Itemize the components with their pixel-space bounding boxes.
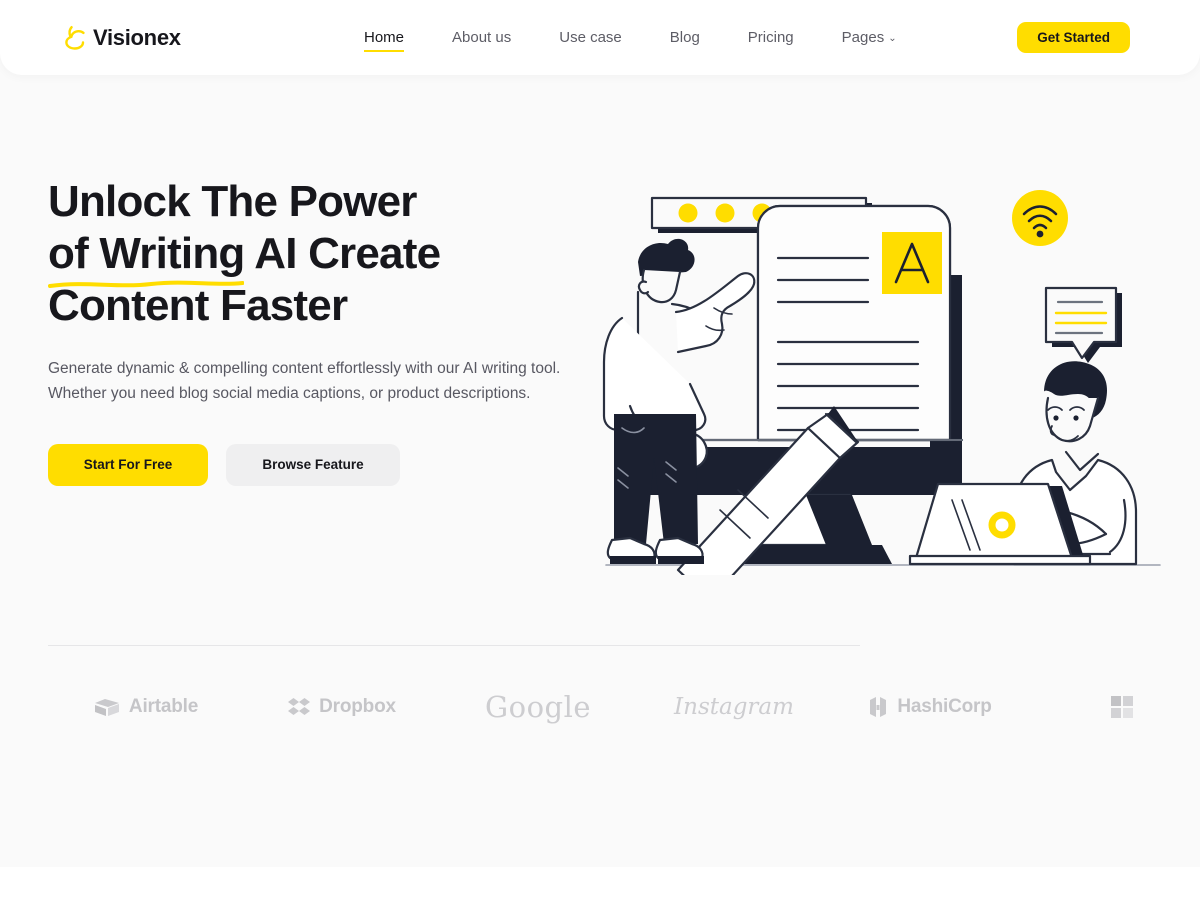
nav-label: Blog	[669, 29, 700, 46]
dropbox-icon	[288, 697, 311, 717]
nav-item-blog[interactable]: Blog	[646, 23, 724, 52]
hashicorp-icon	[868, 695, 888, 719]
start-for-free-button[interactable]: Start For Free	[48, 443, 208, 486]
brand-name: Visionex	[93, 25, 181, 50]
page-title: Unlock The Power of Writing AI Create Co…	[48, 176, 608, 332]
logo-item-hashicorp: HashiCorp	[832, 695, 1028, 719]
logo-label: Dropbox	[319, 696, 396, 717]
speech-bubble-lines	[1044, 286, 1122, 363]
hero-button-group: Start For Free Browse Feature	[48, 443, 608, 486]
chevron-down-icon: ⌄	[888, 33, 897, 44]
hero-title-line-1: Unlock The Power	[48, 177, 417, 226]
brand-logo[interactable]: Visionex	[62, 18, 181, 58]
wifi-badge	[1012, 190, 1068, 246]
nav-item-use-case[interactable]: Use case	[535, 23, 646, 52]
underline-stroke-icon	[48, 280, 245, 288]
main-navigation: Home About us Use case Blog Pricing Page…	[340, 0, 921, 75]
site-header: Visionex Home About us Use case Blog Pri…	[0, 0, 1200, 75]
logo-label: Airtable	[128, 696, 199, 717]
ai-writing-illustration	[600, 170, 1170, 575]
airtable-icon	[94, 697, 120, 717]
letter-A-tile	[882, 232, 942, 294]
logo-item-microsoft	[1028, 696, 1200, 718]
nav-label: Pages	[841, 29, 885, 46]
nav-label: Pricing	[747, 29, 794, 46]
nav-item-pages[interactable]: Pages ⌄	[818, 23, 921, 52]
section-divider	[48, 645, 860, 646]
browse-feature-button[interactable]: Browse Feature	[226, 443, 400, 486]
nav-label: About us	[452, 29, 512, 46]
logo-item-dropbox: Dropbox	[244, 696, 440, 718]
logo-item-airtable: Airtable	[48, 696, 244, 718]
hero-title-line-2-rest: AI Create	[244, 228, 441, 278]
microsoft-icon	[1110, 696, 1133, 718]
nav-item-pricing[interactable]: Pricing	[724, 23, 818, 52]
logo-label: HashiCorp	[897, 696, 992, 717]
nav-item-about-us[interactable]: About us	[428, 23, 535, 52]
hero-content: Unlock The Power of Writing AI Create Co…	[48, 176, 608, 486]
landing-page: Visionex Home About us Use case Blog Pri…	[0, 0, 1200, 867]
nav-item-home[interactable]: Home	[340, 23, 428, 52]
laptop	[908, 482, 1092, 566]
nav-label: Use case	[559, 29, 622, 46]
hero-subtitle: Generate dynamic & compelling content ef…	[48, 359, 561, 402]
logo-item-google: Google	[440, 690, 636, 724]
hero-title-highlight: of Writing	[48, 228, 245, 288]
logo-item-instagram: Instagram	[636, 694, 832, 720]
hero-title-line-2-underlined: of Writing	[48, 228, 245, 278]
get-started-button[interactable]: Get Started	[1017, 22, 1130, 53]
nav-label: Home	[364, 29, 405, 46]
logo-label: Google	[484, 690, 592, 724]
partner-logo-strip: Airtable Dropbox Google Instagram HashiC…	[48, 672, 1200, 742]
logo-label: Instagram	[674, 694, 794, 720]
cloud-swoosh-icon	[62, 22, 92, 54]
